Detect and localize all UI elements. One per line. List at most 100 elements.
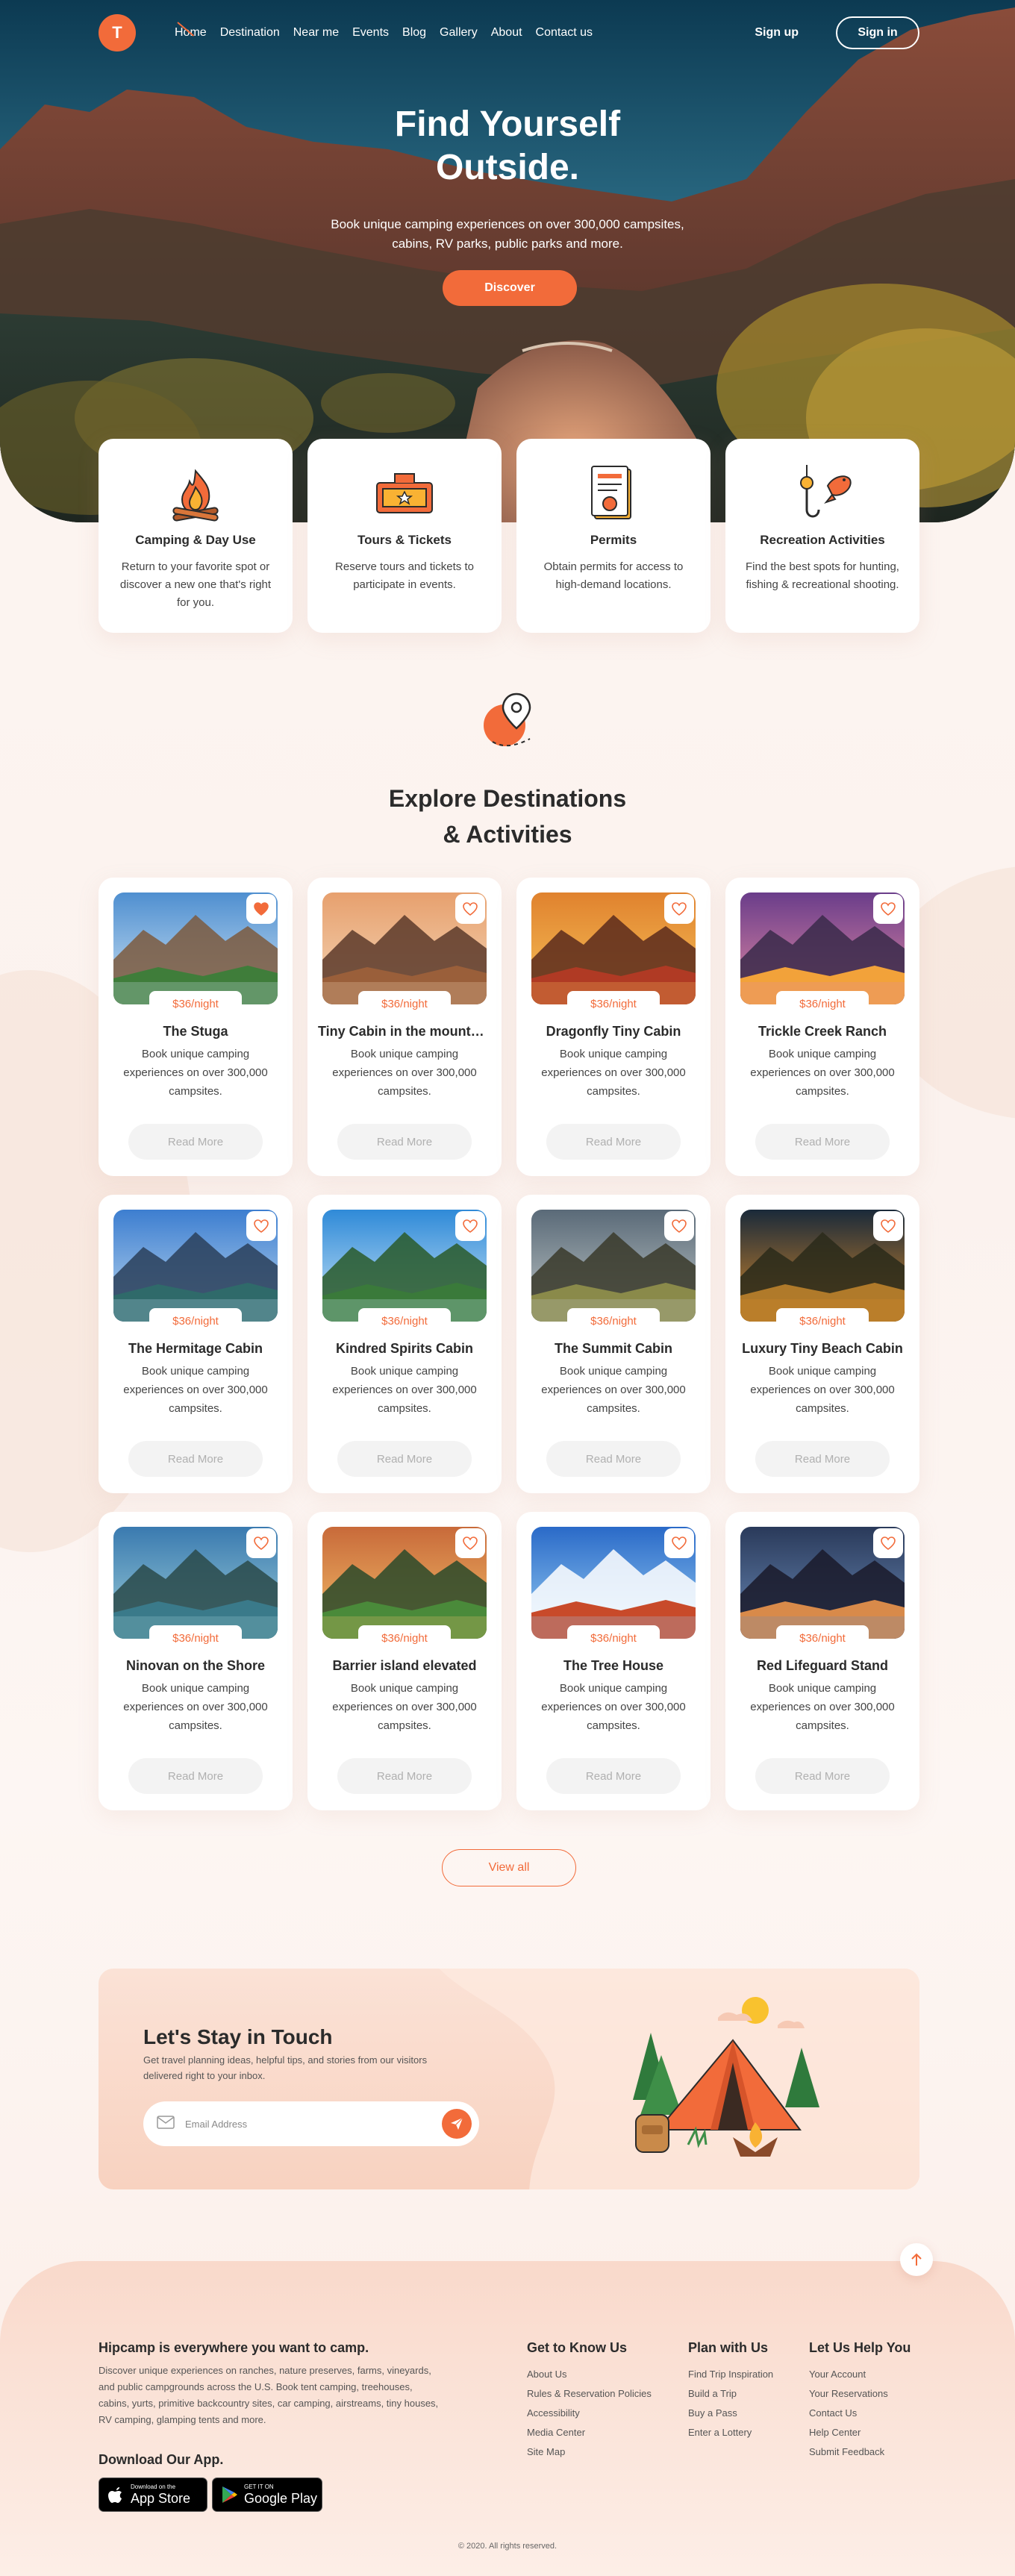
read-more-button[interactable]: Read More [755,1124,890,1160]
footer-column-get-to-know-us: Get to Know Us About Us Rules & Reservat… [527,2340,652,2462]
feature-card-camping[interactable]: Camping & Day Use Return to your favorit… [99,439,293,633]
destination-card[interactable]: $36/night Luxury Tiny Beach Cabin Book uni… [725,1195,919,1493]
footer-link[interactable]: Site Map [527,2442,652,2462]
favorite-button[interactable] [455,1211,485,1241]
destination-name[interactable]: Barrier island elevated [318,1658,491,1674]
footer-link[interactable]: Submit Feedback [809,2442,911,2462]
favorite-button[interactable] [664,1528,694,1558]
read-more-button[interactable]: Read More [128,1441,263,1477]
nav-link-events[interactable]: Events [352,26,389,40]
newsletter-subtitle: Get travel planning ideas, helpful tips,… [143,2054,428,2081]
favorite-button[interactable] [873,1528,903,1558]
destination-card[interactable]: $36/night The Tree House Book unique campi… [516,1512,710,1810]
destination-card[interactable]: $36/night Kindred Spirits Cabin Book uniqu… [307,1195,502,1493]
footer-link[interactable]: Accessibility [527,2404,652,2423]
footer-link[interactable]: Buy a Pass [688,2404,773,2423]
signin-button[interactable]: Sign in [836,16,919,49]
app-store-badge[interactable]: Download on the App Store [99,2477,207,2512]
google-play-icon [222,2486,237,2503]
destination-card[interactable]: $36/night Ninovan on the Shore Book unique… [99,1512,293,1810]
footer-link[interactable]: Rules & Reservation Policies [527,2384,652,2404]
read-more-button[interactable]: Read More [337,1124,472,1160]
read-more-button[interactable]: Read More [128,1124,263,1160]
destination-card[interactable]: $36/night Tiny Cabin in the mountains Book… [307,878,502,1176]
footer-link[interactable]: Your Account [809,2365,911,2384]
destination-name[interactable]: Trickle Creek Ranch [736,1024,909,1040]
logo-icon[interactable]: T [99,14,136,51]
signup-link[interactable]: Sign up [755,26,799,40]
read-more-button[interactable]: Read More [546,1441,681,1477]
send-button[interactable] [442,2109,472,2139]
favorite-button[interactable] [455,894,485,924]
destination-name[interactable]: Kindred Spirits Cabin [318,1341,491,1357]
footer-link[interactable]: Your Reservations [809,2384,911,2404]
nav-link-destination[interactable]: Destination [220,26,280,40]
read-more-button[interactable]: Read More [755,1441,890,1477]
camping-tent-illustration [606,1988,830,2178]
nav-link-contact[interactable]: Contact us [536,26,593,40]
nav-link-home[interactable]: Home [175,26,207,40]
fishing-hook-icon [725,461,919,528]
destination-name[interactable]: Tiny Cabin in the mountains [318,1024,491,1040]
destination-card[interactable]: $36/night The Summit Cabin Book unique cam… [516,1195,710,1493]
feature-text: Reserve tours and tickets to participate… [335,560,474,591]
favorite-button[interactable] [664,894,694,924]
feature-card-permits[interactable]: Permits Obtain permits for access to hig… [516,439,710,633]
destination-name[interactable]: The Summit Cabin [527,1341,700,1357]
footer-link[interactable]: Find Trip Inspiration [688,2365,773,2384]
destination-name[interactable]: Red Lifeguard Stand [736,1658,909,1674]
destination-name[interactable]: Ninovan on the Shore [109,1658,282,1674]
footer-link[interactable]: Contact Us [809,2404,911,2423]
price-badge: $36/night [567,991,660,1016]
nav-link-about[interactable]: About [491,26,522,40]
ticket-icon [307,461,502,528]
read-more-button[interactable]: Read More [546,1758,681,1794]
footer-link[interactable]: Build a Trip [688,2384,773,2404]
destination-name[interactable]: The Tree House [527,1658,700,1674]
price-badge: $36/night [358,991,451,1016]
destination-card[interactable]: $36/night The Stuga Book unique camping ex… [99,878,293,1176]
destination-name[interactable]: The Stuga [109,1024,282,1040]
destination-name[interactable]: Luxury Tiny Beach Cabin [736,1341,909,1357]
favorite-button[interactable] [246,894,276,924]
read-more-button[interactable]: Read More [546,1124,681,1160]
favorite-button[interactable] [664,1211,694,1241]
footer-link[interactable]: About Us [527,2365,652,2384]
campfire-icon [99,461,293,528]
destination-card[interactable]: $36/night Barrier island elevated Book uni… [307,1512,502,1810]
favorite-button[interactable] [873,1211,903,1241]
view-all-button[interactable]: View all [442,1849,576,1886]
back-to-top-button[interactable] [900,2243,933,2276]
destination-card[interactable]: $36/night Dragonfly Tiny Cabin Book unique… [516,878,710,1176]
footer-link[interactable]: Media Center [527,2423,652,2442]
nav-link-blog[interactable]: Blog [402,26,426,40]
destination-name[interactable]: The Hermitage Cabin [109,1341,282,1357]
heart-icon [463,1219,478,1233]
price-badge: $36/night [358,1308,451,1334]
nav-link-near-me[interactable]: Near me [293,26,339,40]
destination-name[interactable]: Dragonfly Tiny Cabin [527,1024,700,1040]
destination-card[interactable]: $36/night The Hermitage Cabin Book unique … [99,1195,293,1493]
hero-subtitle: Book unique camping experiences on over … [331,217,684,251]
read-more-button[interactable]: Read More [128,1758,263,1794]
read-more-button[interactable]: Read More [337,1758,472,1794]
footer-link[interactable]: Enter a Lottery [688,2423,773,2442]
destination-card[interactable]: $36/night Trickle Creek Ranch Book unique … [725,878,919,1176]
favorite-button[interactable] [455,1528,485,1558]
nav-link-gallery[interactable]: Gallery [440,26,478,40]
favorite-button[interactable] [246,1211,276,1241]
footer-column-title: Plan with Us [688,2340,769,2355]
google-play-badge[interactable]: GET IT ON Google Play [212,2477,322,2512]
feature-text: Find the best spots for hunting, fishing… [746,560,899,591]
destination-card[interactable]: $36/night Red Lifeguard Stand Book unique … [725,1512,919,1810]
read-more-button[interactable]: Read More [755,1758,890,1794]
footer-link[interactable]: Help Center [809,2423,911,2442]
discover-button[interactable]: Discover [443,270,577,306]
feature-card-recreation[interactable]: Recreation Activities Find the best spot… [725,439,919,633]
newsletter-form [143,2101,479,2146]
favorite-button[interactable] [246,1528,276,1558]
favorite-button[interactable] [873,894,903,924]
read-more-button[interactable]: Read More [337,1441,472,1477]
email-input[interactable] [185,2118,431,2130]
feature-card-tours[interactable]: Tours & Tickets Reserve tours and ticket… [307,439,502,633]
